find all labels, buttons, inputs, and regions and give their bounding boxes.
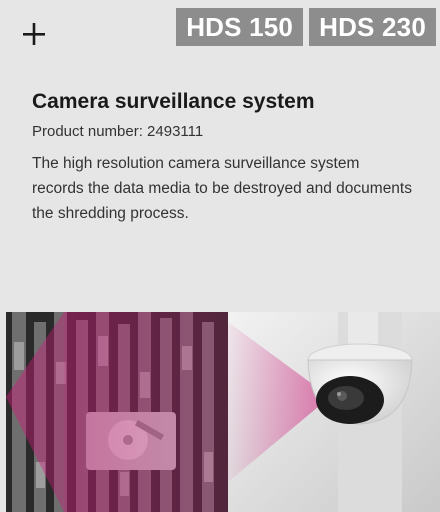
model-badge-hds150: HDS 150	[176, 8, 304, 46]
plus-icon	[23, 23, 45, 45]
product-title: Camera surveillance system	[32, 90, 315, 113]
product-photos	[6, 312, 440, 512]
camera-photo	[228, 312, 440, 512]
shredder-photo	[6, 312, 228, 512]
expand-button[interactable]	[14, 14, 54, 54]
product-images	[0, 312, 440, 512]
product-card: HDS 150 HDS 230 Camera surveillance syst…	[0, 0, 440, 512]
model-badges: HDS 150 HDS 230	[176, 8, 436, 46]
product-number: Product number: 2493111	[32, 123, 204, 140]
model-badge-hds230: HDS 230	[309, 8, 436, 46]
product-description: The high resolution camera surveillance …	[32, 155, 412, 222]
